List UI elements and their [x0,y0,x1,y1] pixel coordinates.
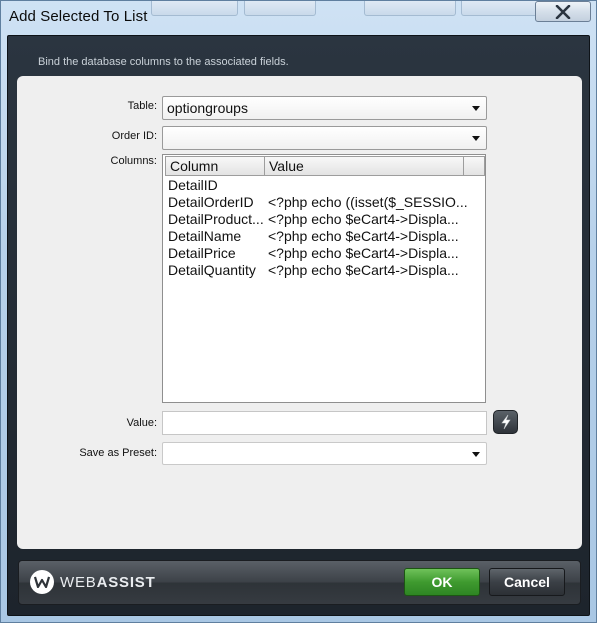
lightning-bolt-icon [500,414,511,430]
listview-rows: DetailID DetailOrderID <?php echo ((isse… [167,177,483,279]
list-item-column: DetailID [168,177,218,193]
close-button[interactable] [535,1,591,22]
chevron-down-icon [472,136,480,141]
table-select[interactable]: optiongroups [162,96,487,120]
value-label: Value: [126,417,157,429]
background-tabs [151,1,591,16]
order-id-select[interactable] [162,126,487,150]
brand-web-text: WEB [60,573,97,591]
list-item-value: <?php echo $eCart4->Displa... [268,262,459,278]
list-item-value: <?php echo ((isset($_SESSIO... [268,194,468,210]
list-item[interactable]: DetailQuantity <?php echo $eCart4->Displ… [167,262,483,279]
dynamic-data-button[interactable] [493,410,518,434]
list-item-column: DetailPrice [168,245,236,261]
column-header-filler [463,156,485,176]
list-item[interactable]: DetailName <?php echo $eCart4->Displa... [167,228,483,245]
value-input[interactable] [162,411,487,435]
wa-mark-icon [34,576,50,588]
webassist-logo: WEBASSIST [30,569,156,595]
brand-assist-text: ASSIST [96,573,156,591]
preset-label: Save as Preset: [79,447,157,459]
list-item-column: DetailOrderID [168,194,254,210]
preset-select[interactable] [162,442,487,465]
list-item[interactable]: DetailID [167,177,483,194]
table-label: Table: [127,100,157,112]
webassist-wordmark: WEBASSIST [60,574,156,591]
cancel-button[interactable]: Cancel [489,568,565,596]
list-item-value: <?php echo $eCart4->Displa... [268,228,459,244]
list-item[interactable]: DetailOrderID <?php echo ((isset($_SESSI… [167,194,483,211]
list-item-column: DetailQuantity [168,262,256,278]
table-select-value: optiongroups [167,100,248,116]
webassist-logo-icon [30,570,54,594]
columns-listview[interactable]: Column Value DetailID DetailOrderID <?ph… [162,154,486,403]
order-id-label: Order ID: [111,130,157,142]
background-tab [151,1,238,16]
chevron-down-icon [472,452,480,457]
columns-label: Columns: [110,155,157,167]
column-header-value[interactable]: Value [264,156,464,176]
list-item[interactable]: DetailPrice <?php echo $eCart4->Displa..… [167,245,483,262]
listview-header: Column Value [165,156,485,176]
close-icon [555,4,571,19]
window-title: Add Selected To List [9,8,148,25]
list-item-column: DetailProduct... [168,211,264,227]
dialog-subtitle: Bind the database columns to the associa… [38,56,289,68]
background-tab [461,1,543,16]
list-item-value: <?php echo $eCart4->Displa... [268,245,459,261]
ok-button[interactable]: OK [404,568,480,596]
list-item[interactable]: DetailProduct... <?php echo $eCart4->Dis… [167,211,483,228]
list-item-column: DetailName [168,228,242,244]
chevron-down-icon [472,106,480,111]
column-header-column[interactable]: Column [165,156,265,176]
background-tab [244,1,316,16]
list-item-value: <?php echo $eCart4->Displa... [268,211,459,227]
background-tab [364,1,456,16]
